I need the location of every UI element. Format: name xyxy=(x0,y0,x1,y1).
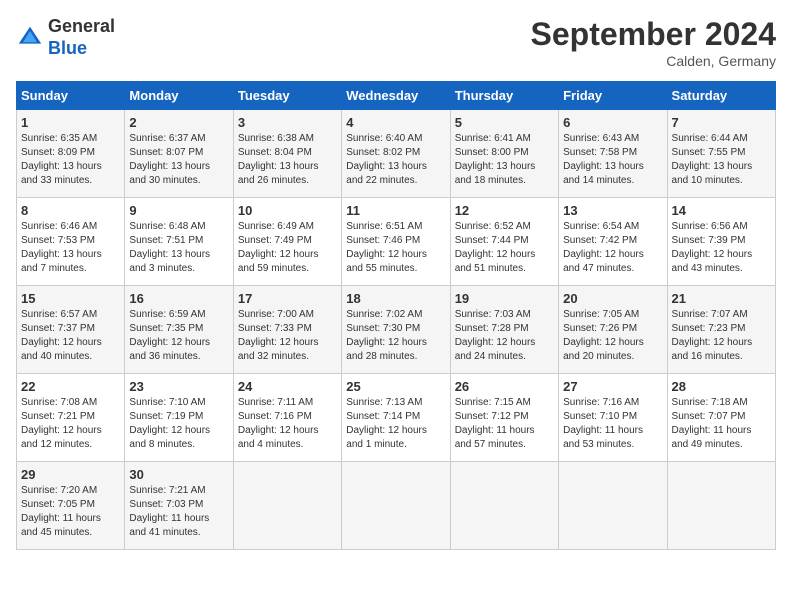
day-29: 29 Sunrise: 7:20 AMSunset: 7:05 PMDaylig… xyxy=(17,462,125,550)
day-30: 30 Sunrise: 7:21 AMSunset: 7:03 PMDaylig… xyxy=(125,462,233,550)
empty-cell-1 xyxy=(233,462,341,550)
empty-cell-3 xyxy=(450,462,558,550)
day-16: 16 Sunrise: 6:59 AMSunset: 7:35 PMDaylig… xyxy=(125,286,233,374)
day-9: 9 Sunrise: 6:48 AMSunset: 7:51 PMDayligh… xyxy=(125,198,233,286)
location: Calden, Germany xyxy=(531,53,776,69)
week-row-4: 22 Sunrise: 7:08 AMSunset: 7:21 PMDaylig… xyxy=(17,374,776,462)
col-monday: Monday xyxy=(125,82,233,110)
logo-icon xyxy=(16,24,44,52)
day-14: 14 Sunrise: 6:56 AMSunset: 7:39 PMDaylig… xyxy=(667,198,775,286)
day-8: 8 Sunrise: 6:46 AMSunset: 7:53 PMDayligh… xyxy=(17,198,125,286)
day-5: 5 Sunrise: 6:41 AMSunset: 8:00 PMDayligh… xyxy=(450,110,558,198)
logo-general: General xyxy=(48,16,115,36)
week-row-3: 15 Sunrise: 6:57 AMSunset: 7:37 PMDaylig… xyxy=(17,286,776,374)
day-6: 6 Sunrise: 6:43 AMSunset: 7:58 PMDayligh… xyxy=(559,110,667,198)
day-10: 10 Sunrise: 6:49 AMSunset: 7:49 PMDaylig… xyxy=(233,198,341,286)
logo: General Blue xyxy=(16,16,115,59)
empty-cell-5 xyxy=(667,462,775,550)
day-11: 11 Sunrise: 6:51 AMSunset: 7:46 PMDaylig… xyxy=(342,198,450,286)
page-header: General Blue September 2024 Calden, Germ… xyxy=(16,16,776,69)
col-sunday: Sunday xyxy=(17,82,125,110)
logo-blue: Blue xyxy=(48,38,87,58)
day-3: 3 Sunrise: 6:38 AMSunset: 8:04 PMDayligh… xyxy=(233,110,341,198)
day-22: 22 Sunrise: 7:08 AMSunset: 7:21 PMDaylig… xyxy=(17,374,125,462)
day-18: 18 Sunrise: 7:02 AMSunset: 7:30 PMDaylig… xyxy=(342,286,450,374)
week-row-2: 8 Sunrise: 6:46 AMSunset: 7:53 PMDayligh… xyxy=(17,198,776,286)
day-12: 12 Sunrise: 6:52 AMSunset: 7:44 PMDaylig… xyxy=(450,198,558,286)
day-27: 27 Sunrise: 7:16 AMSunset: 7:10 PMDaylig… xyxy=(559,374,667,462)
day-1: 1 Sunrise: 6:35 AMSunset: 8:09 PMDayligh… xyxy=(17,110,125,198)
day-7: 7 Sunrise: 6:44 AMSunset: 7:55 PMDayligh… xyxy=(667,110,775,198)
col-saturday: Saturday xyxy=(667,82,775,110)
month-title: September 2024 xyxy=(531,16,776,53)
week-row-5: 29 Sunrise: 7:20 AMSunset: 7:05 PMDaylig… xyxy=(17,462,776,550)
header-row: Sunday Monday Tuesday Wednesday Thursday… xyxy=(17,82,776,110)
col-friday: Friday xyxy=(559,82,667,110)
day-4: 4 Sunrise: 6:40 AMSunset: 8:02 PMDayligh… xyxy=(342,110,450,198)
day-28: 28 Sunrise: 7:18 AMSunset: 7:07 PMDaylig… xyxy=(667,374,775,462)
day-23: 23 Sunrise: 7:10 AMSunset: 7:19 PMDaylig… xyxy=(125,374,233,462)
col-tuesday: Tuesday xyxy=(233,82,341,110)
calendar-table: Sunday Monday Tuesday Wednesday Thursday… xyxy=(16,81,776,550)
col-thursday: Thursday xyxy=(450,82,558,110)
week-row-1: 1 Sunrise: 6:35 AMSunset: 8:09 PMDayligh… xyxy=(17,110,776,198)
day-19: 19 Sunrise: 7:03 AMSunset: 7:28 PMDaylig… xyxy=(450,286,558,374)
title-block: September 2024 Calden, Germany xyxy=(531,16,776,69)
day-25: 25 Sunrise: 7:13 AMSunset: 7:14 PMDaylig… xyxy=(342,374,450,462)
day-13: 13 Sunrise: 6:54 AMSunset: 7:42 PMDaylig… xyxy=(559,198,667,286)
empty-cell-4 xyxy=(559,462,667,550)
empty-cell-2 xyxy=(342,462,450,550)
day-15: 15 Sunrise: 6:57 AMSunset: 7:37 PMDaylig… xyxy=(17,286,125,374)
day-21: 21 Sunrise: 7:07 AMSunset: 7:23 PMDaylig… xyxy=(667,286,775,374)
day-26: 26 Sunrise: 7:15 AMSunset: 7:12 PMDaylig… xyxy=(450,374,558,462)
day-2: 2 Sunrise: 6:37 AMSunset: 8:07 PMDayligh… xyxy=(125,110,233,198)
col-wednesday: Wednesday xyxy=(342,82,450,110)
day-24: 24 Sunrise: 7:11 AMSunset: 7:16 PMDaylig… xyxy=(233,374,341,462)
logo-text: General Blue xyxy=(48,16,115,59)
day-20: 20 Sunrise: 7:05 AMSunset: 7:26 PMDaylig… xyxy=(559,286,667,374)
day-17: 17 Sunrise: 7:00 AMSunset: 7:33 PMDaylig… xyxy=(233,286,341,374)
